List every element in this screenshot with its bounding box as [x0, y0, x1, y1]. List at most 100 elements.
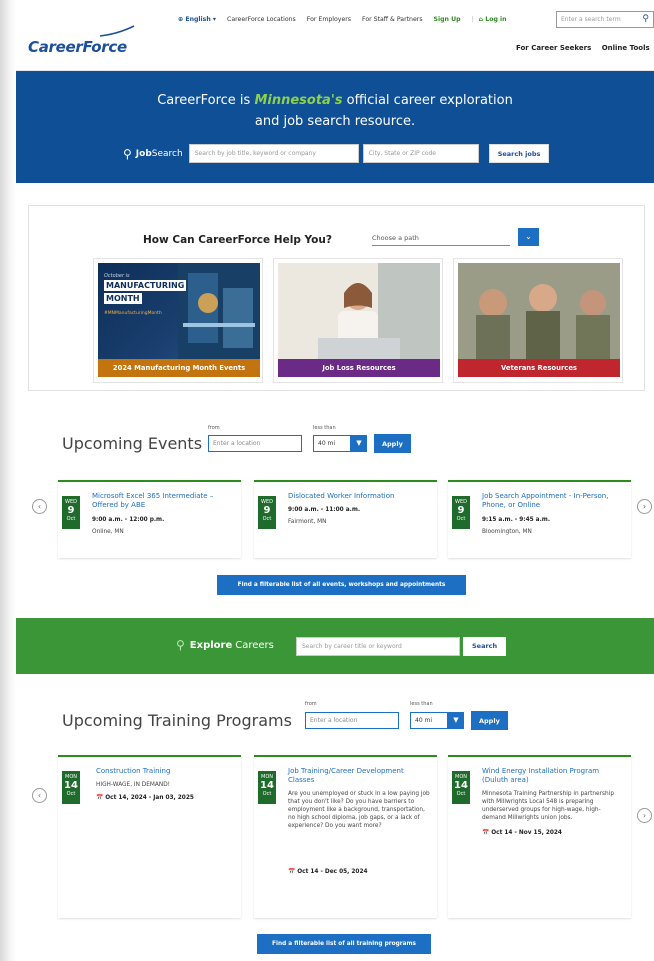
- training-card[interactable]: MON 14 Oct Job Training/Career Developme…: [254, 755, 437, 918]
- factory-graphic-icon: [178, 263, 260, 359]
- hero-banner: CareerForce is Minnesota's official care…: [16, 71, 654, 183]
- help-title: How Can CareerForce Help You?: [143, 234, 332, 246]
- chevron-down-icon[interactable]: ▼: [448, 712, 464, 729]
- calendar-icon: 📅: [288, 869, 296, 875]
- nav-for-career-seekers[interactable]: For Career Seekers: [516, 44, 591, 52]
- training-date-badge: MON 14 Oct: [452, 771, 470, 804]
- training-dates: 📅 Oct 14, 2024 - Jan 03, 2025: [96, 794, 194, 802]
- page-edge-shadow: [0, 0, 16, 961]
- manufacturing-img-line1: October is: [104, 273, 130, 279]
- nav-for-staff-partners[interactable]: For Staff & Partners: [362, 16, 423, 23]
- tile-manufacturing-month[interactable]: October is MANUFACTURING MONTH #MNManufa…: [93, 258, 263, 383]
- job-location-input[interactable]: City, State or ZIP code: [362, 144, 479, 163]
- career-search-input[interactable]: Search by career title or keyword: [296, 637, 460, 656]
- events-title: Upcoming Events: [62, 434, 203, 453]
- event-month: Oct: [456, 516, 466, 522]
- language-selector[interactable]: ⊕ English ▾: [178, 16, 216, 23]
- events-apply-button[interactable]: Apply: [374, 434, 411, 453]
- event-day: 9: [263, 505, 271, 516]
- event-card[interactable]: WED 9 Oct Dislocated Worker Information …: [254, 480, 437, 558]
- event-card[interactable]: WED 9 Oct Microsoft Excel 365 Intermedia…: [58, 480, 241, 558]
- nav-online-tools[interactable]: Online Tools: [602, 44, 650, 52]
- nav-for-employers[interactable]: For Employers: [307, 16, 351, 23]
- job-location-placeholder: City, State or ZIP code: [368, 150, 436, 157]
- event-title-link[interactable]: Dislocated Worker Information: [288, 492, 428, 501]
- training-apply-button[interactable]: Apply: [471, 711, 508, 730]
- tile-caption-manufacturing: 2024 Manufacturing Month Events: [98, 359, 260, 377]
- logo-swoosh-icon: [99, 25, 135, 37]
- help-panel: How Can CareerForce Help You? Choose a p…: [28, 205, 645, 391]
- veterans-image: [458, 263, 620, 359]
- training-location-placeholder: Enter a location: [310, 717, 358, 724]
- log-in-link[interactable]: ⌂ Log in: [479, 16, 507, 23]
- search-icon: ⚲: [176, 638, 185, 652]
- training-dates-text: Oct 14 - Dec 05, 2024: [297, 869, 368, 875]
- event-day: 9: [457, 505, 465, 516]
- event-month: Oct: [262, 516, 272, 522]
- training-distance-select[interactable]: 40 mi: [410, 712, 448, 729]
- job-label-rest: Search: [151, 148, 183, 159]
- choose-path-select[interactable]: Choose a path: [372, 234, 510, 246]
- event-title-link[interactable]: Job Search Appointment - In-Person, Phon…: [482, 492, 622, 509]
- tile-job-loss-resources[interactable]: Job Loss Resources: [273, 258, 443, 383]
- training-dates-text: Oct 14, 2024 - Jan 03, 2025: [105, 795, 194, 801]
- job-loss-image: [278, 263, 440, 359]
- event-time: 9:00 a.m. - 12:00 p.m.: [92, 517, 165, 523]
- page: CareerForce ⊕ English ▾ CareerForce Loca…: [16, 0, 654, 961]
- search-jobs-button[interactable]: Search jobs: [488, 144, 550, 163]
- training-month: Oct: [456, 791, 466, 797]
- chevron-down-icon[interactable]: ⌄: [518, 228, 539, 246]
- training-title-link[interactable]: Wind Energy Installation Program (Duluth…: [482, 767, 622, 784]
- careerforce-logo[interactable]: CareerForce: [28, 25, 135, 56]
- events-location-input[interactable]: Enter a location: [208, 435, 302, 452]
- event-month: Oct: [66, 516, 76, 522]
- training-dates: 📅 Oct 14 - Nov 15, 2024: [482, 829, 562, 837]
- events-location-placeholder: Enter a location: [213, 440, 261, 447]
- training-card[interactable]: MON 14 Oct Wind Energy Installation Prog…: [448, 755, 631, 918]
- explore-careers-band: ⚲ Explore Careers Search by career title …: [16, 618, 654, 674]
- event-place: Fairmont, MN: [288, 519, 327, 525]
- site-search-input[interactable]: Enter a search term ⚲: [556, 11, 654, 28]
- training-title-link[interactable]: Construction Training: [96, 767, 236, 776]
- manufacturing-img-hashtag: #MNManufacturingMonth: [104, 311, 162, 316]
- event-title-link[interactable]: Microsoft Excel 365 Intermediate – Offer…: [92, 492, 232, 509]
- event-day: 9: [67, 505, 75, 516]
- event-card[interactable]: WED 9 Oct Job Search Appointment - In-Pe…: [448, 480, 631, 558]
- training-day: 14: [64, 780, 78, 791]
- sign-up-link[interactable]: Sign Up: [434, 16, 461, 23]
- all-events-button[interactable]: Find a filterable list of all events, wo…: [217, 575, 466, 595]
- training-card[interactable]: MON 14 Oct Construction Training HIGH-WA…: [58, 755, 241, 918]
- job-search-label: ⚲ Job Search: [123, 147, 183, 161]
- job-search-row: ⚲ Job Search Search by job title, keywor…: [123, 144, 550, 163]
- tile-caption-job-loss: Job Loss Resources: [278, 359, 440, 377]
- training-prev-arrow-icon[interactable]: ‹: [32, 788, 47, 803]
- events-next-arrow-icon[interactable]: ›: [637, 499, 652, 514]
- site-header: CareerForce ⊕ English ▾ CareerForce Loca…: [16, 0, 654, 71]
- job-keyword-placeholder: Search by job title, keyword or company: [194, 150, 316, 157]
- event-place: Bloomington, MN: [482, 529, 532, 535]
- explore-careers-label: ⚲ Explore Careers: [176, 638, 274, 652]
- training-month: Oct: [66, 791, 76, 797]
- event-date-badge: WED 9 Oct: [258, 496, 276, 529]
- hero-text-highlight: Minnesota's: [254, 93, 343, 108]
- events-prev-arrow-icon[interactable]: ‹: [32, 499, 47, 514]
- chevron-down-icon[interactable]: ▼: [351, 435, 367, 452]
- training-month: Oct: [262, 791, 272, 797]
- sub-nav: For Career Seekers Online Tools: [516, 44, 654, 52]
- training-location-input[interactable]: Enter a location: [305, 712, 399, 729]
- nav-separator: |: [471, 16, 474, 23]
- tile-veterans-resources[interactable]: Veterans Resources: [453, 258, 623, 383]
- job-keyword-input[interactable]: Search by job title, keyword or company: [188, 144, 359, 163]
- events-distance-select[interactable]: 40 mi: [313, 435, 351, 452]
- training-title-link[interactable]: Job Training/Career Development Classes: [288, 767, 428, 784]
- logo-text: CareerForce: [28, 38, 127, 56]
- hero-text-pre: CareerForce is: [157, 93, 255, 108]
- training-next-arrow-icon[interactable]: ›: [637, 808, 652, 823]
- career-search-button[interactable]: Search: [463, 637, 507, 656]
- search-icon[interactable]: ⚲: [642, 14, 649, 24]
- explore-label-rest: Careers: [235, 639, 274, 651]
- training-description: Are you unemployed or stuck in a low pay…: [288, 791, 430, 829]
- training-day: 14: [260, 780, 274, 791]
- all-training-button[interactable]: Find a filterable list of all training p…: [257, 934, 431, 954]
- nav-careerforce-locations[interactable]: CareerForce Locations: [227, 16, 296, 23]
